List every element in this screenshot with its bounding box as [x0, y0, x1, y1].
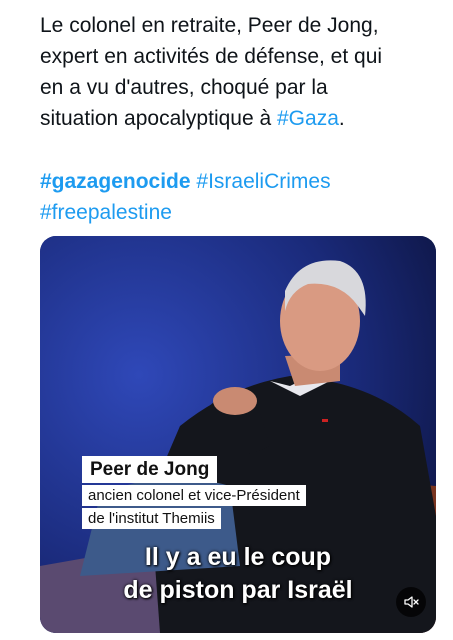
video-player[interactable]: Peer de Jong ancien colonel et vice-Prés… [40, 236, 436, 633]
hashtag-gazagenocide-link[interactable]: #gazagenocide [40, 170, 191, 193]
mute-button[interactable] [396, 587, 426, 617]
hashtag-gaza-link[interactable]: #Gaza [277, 107, 339, 130]
tweet-text-line-4-text: situation apocalyptique à [40, 107, 277, 130]
tweet-trailing-period: . [338, 107, 345, 130]
tweet-text-line-4: situation apocalyptique à #Gaza. [40, 103, 440, 134]
caption-role-line-1: ancien colonel et vice-Président [82, 485, 306, 506]
subtitle-line-2: de piston par Israël [123, 576, 353, 604]
tweet-text-line-1: Le colonel en retraite, Peer de Jong, [40, 14, 379, 37]
hashtag-freepalestine-link[interactable]: #freepalestine [40, 201, 172, 224]
tweet-text-line-2: expert en activités de défense, et qui [40, 45, 383, 68]
volume-muted-icon [404, 596, 419, 608]
hashtag-list: #gazagenocide #IsraeliCrimes #freepalest… [40, 166, 440, 228]
caption-role-line-2: de l'institut Themiis [82, 508, 221, 529]
hashtag-israelicrimes-link[interactable]: #IsraeliCrimes [196, 170, 330, 193]
subtitle-line-1: Il y a eu le coup [144, 543, 332, 571]
name-caption: Peer de Jong ancien colonel et vice-Prés… [82, 456, 306, 529]
tweet-text-line-3: en a vu d'autres, choqué par la [40, 76, 328, 99]
tweet-text: Le colonel en retraite, Peer de Jong, ex… [40, 10, 440, 134]
caption-name: Peer de Jong [82, 456, 218, 483]
video-subtitle: Il y a eu le coup de piston par Israël [40, 541, 436, 607]
